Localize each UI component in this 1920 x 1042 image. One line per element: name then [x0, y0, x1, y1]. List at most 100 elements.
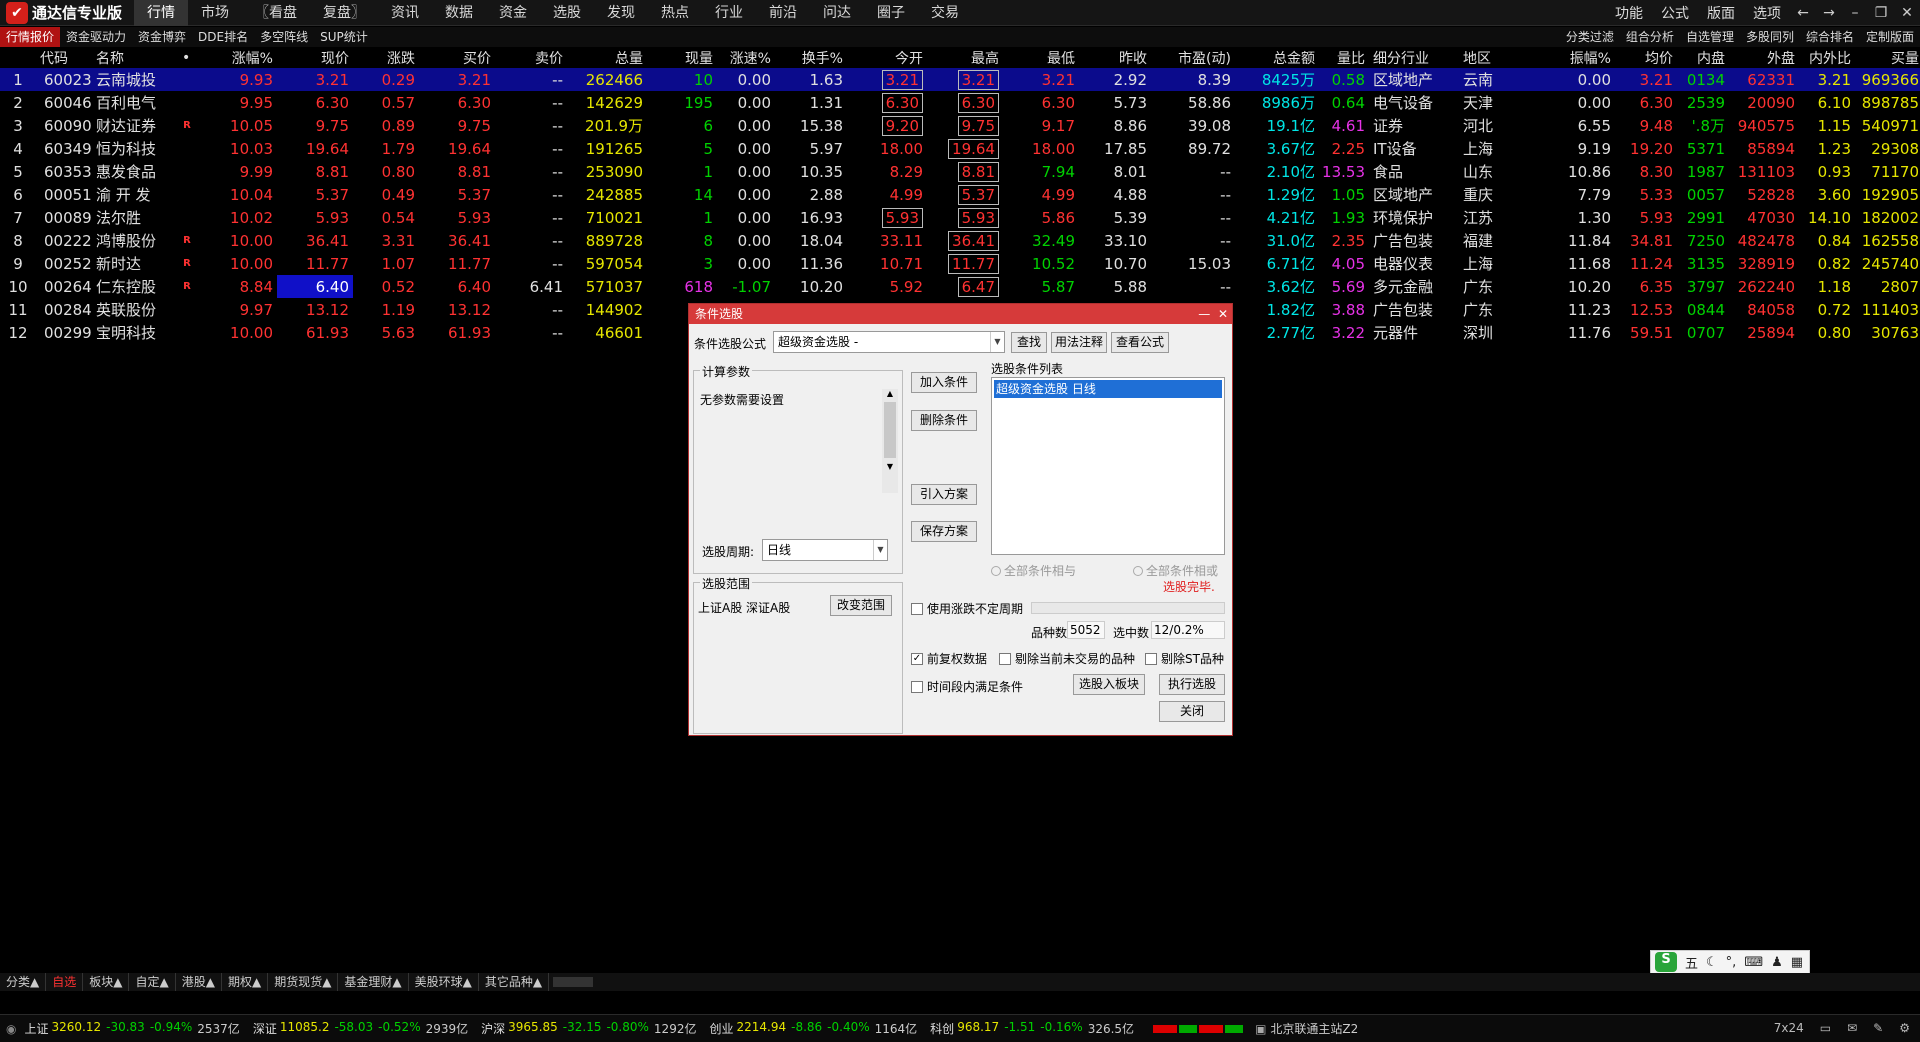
table-row[interactable]: 10002647仁东控股R8.846.400.526.406.415710376… [0, 275, 1920, 298]
index-name[interactable]: 科创 [930, 1020, 954, 1037]
keyboard-icon[interactable]: ⌨ [1744, 955, 1763, 970]
chat-icon[interactable]: ✉ [1847, 1021, 1857, 1035]
column-header-volratio[interactable]: 量比 [1319, 47, 1369, 68]
table-row[interactable]: 9 002527新时达 R 10.00 11.77 1.07 11.77 -- 597054 3 0… [0, 252, 1920, 275]
menu-news[interactable]: 资讯 [378, 0, 432, 26]
table-row[interactable]: 1600239云南城投9.933.210.293.21--262466100.0… [0, 68, 1920, 91]
tab-long-short[interactable]: 多空阵线 [254, 27, 314, 47]
table-row[interactable]: 4 603496恒为科技 10.03 19.64 1.79 19.64 -- 191265 5 0… [0, 137, 1920, 160]
scroll-thumb[interactable] [884, 402, 896, 458]
menu-formula[interactable]: 公式 [1652, 3, 1698, 23]
ime-toolbar[interactable]: S 五 ☾ °, ⌨ ♟ ▦ [1650, 950, 1810, 974]
menu-stock-pick[interactable]: 选股 [540, 0, 594, 26]
params-scrollbar[interactable]: ▲ ▼ [882, 389, 898, 493]
add-condition-button[interactable]: 加入条件 [911, 372, 977, 393]
save-plan-button[interactable]: 保存方案 [911, 521, 977, 542]
menu-industry[interactable]: 行业 [702, 0, 756, 26]
multi-stock-button[interactable]: 多股同列 [1740, 27, 1800, 47]
menu-layout[interactable]: 版面 [1698, 3, 1744, 23]
chk-uncertain-period[interactable]: 使用涨跌不定周期 [911, 600, 1023, 617]
execute-button[interactable]: 执行选股 [1159, 674, 1225, 695]
sort-arrow-icon[interactable] [0, 47, 36, 68]
menu-watch[interactable]: 〖看盘 [242, 0, 310, 26]
scroll-down-icon[interactable]: ▼ [882, 462, 898, 471]
usage-note-button[interactable]: 用法注释 [1051, 332, 1107, 353]
back-arrow-icon[interactable]: ← [1790, 5, 1816, 21]
column-header-mark[interactable]: • [182, 47, 192, 68]
menu-frontier[interactable]: 前沿 [756, 0, 810, 26]
chk-remove-st[interactable]: 剔除ST品种 [1145, 650, 1224, 667]
menu-trade[interactable]: 交易 [918, 0, 972, 26]
chk-remove-untraded[interactable]: 剔除当前未交易的品种 [999, 650, 1135, 667]
user-icon[interactable]: ♟ [1771, 955, 1783, 970]
sheet-tab-category[interactable]: 分类▲ [0, 973, 47, 991]
column-header-low[interactable]: 最低 [1003, 47, 1079, 68]
table-row[interactable]: 2 600468百利电气 9.95 6.30 0.57 6.30 -- 142629 195 0.… [0, 91, 1920, 114]
column-header-code[interactable]: 代码 [36, 47, 92, 68]
menu-options[interactable]: 选项 [1744, 3, 1790, 23]
menu-quote[interactable]: 行情 [134, 0, 189, 26]
condition-list[interactable]: 超级资金选股 日线 [991, 377, 1225, 555]
index-name[interactable]: 深证 [253, 1020, 277, 1037]
menu-discover[interactable]: 发现 [594, 0, 648, 26]
radio-all-or[interactable]: 全部条件相或 [1133, 562, 1218, 579]
condition-list-item[interactable]: 超级资金选股 日线 [994, 380, 1222, 398]
menu-data[interactable]: 数据 [432, 0, 486, 26]
menu-circle[interactable]: 圈子 [864, 0, 918, 26]
column-header-speed[interactable]: 涨速% [717, 47, 775, 68]
tab-dde-rank[interactable]: DDE排名 [192, 27, 254, 47]
horizontal-scrollbar[interactable] [553, 977, 594, 987]
moon-icon[interactable]: ☾ [1706, 955, 1718, 970]
dialog-minimize-icon[interactable]: — [1198, 307, 1210, 321]
minimize-icon[interactable]: – [1842, 5, 1868, 21]
column-header-open[interactable]: 今开 [847, 47, 927, 68]
forward-arrow-icon[interactable]: → [1816, 5, 1842, 21]
custom-layout-button[interactable]: 定制版面 [1860, 27, 1920, 47]
column-header-prev[interactable]: 昨收 [1079, 47, 1151, 68]
sheet-tab-block[interactable]: 板块▲ [83, 973, 130, 991]
column-header-price[interactable]: 现价 [277, 47, 353, 68]
menu-market[interactable]: 市场 [188, 0, 242, 26]
chk-prior-adjust[interactable]: ✓ 前复权数据 [911, 650, 987, 667]
dialog-close-icon[interactable]: ✕ [1218, 307, 1228, 321]
tab-quote-list[interactable]: 行情报价 [0, 27, 61, 47]
mode-label[interactable]: 7x24 [1774, 1021, 1804, 1035]
period-select[interactable]: 日线 ▼ [762, 539, 888, 561]
column-header-ratio[interactable]: 内外比 [1799, 47, 1855, 68]
table-row[interactable]: 8 002229鸿博股份 R 10.00 36.41 3.31 36.41 -- 889728 8… [0, 229, 1920, 252]
sheet-tab-custom[interactable]: 自定▲ [129, 973, 176, 991]
column-header-curvol[interactable]: 现量 [647, 47, 717, 68]
column-header-outer[interactable]: 外盘 [1729, 47, 1799, 68]
column-header-bid[interactable]: 买价 [419, 47, 495, 68]
table-row[interactable]: 5 603530惠发食品 9.99 8.81 0.80 8.81 -- 253090 1 0.00… [0, 160, 1920, 183]
table-row[interactable]: 7 000890法尔胜 10.02 5.93 0.54 5.93 -- 710021 1 0.00… [0, 206, 1920, 229]
combo-analysis-button[interactable]: 组合分析 [1620, 27, 1680, 47]
delete-condition-button[interactable]: 删除条件 [911, 410, 977, 431]
view-formula-button[interactable]: 查看公式 [1111, 332, 1169, 353]
menu-ask[interactable]: 问达 [810, 0, 864, 26]
tab-fund-game[interactable]: 资金博弈 [132, 27, 192, 47]
status-expand-icon[interactable]: ◉ [6, 1022, 16, 1036]
menu-function[interactable]: 功能 [1606, 3, 1652, 23]
close-button[interactable]: 关闭 [1159, 701, 1225, 722]
overall-rank-button[interactable]: 综合排名 [1800, 27, 1860, 47]
chk-timespan[interactable]: 时间段内满足条件 [911, 678, 1023, 695]
sheet-tab-futures[interactable]: 期货现货▲ [268, 973, 339, 991]
column-header-avg[interactable]: 均价 [1615, 47, 1677, 68]
sheet-tab-us[interactable]: 美股环球▲ [409, 973, 479, 991]
tab-sup-stats[interactable]: SUP统计 [314, 27, 374, 47]
close-icon[interactable]: ✕ [1894, 5, 1920, 21]
sheet-tab-funds[interactable]: 基金理财▲ [338, 973, 409, 991]
change-range-button[interactable]: 改变范围 [830, 595, 892, 616]
restore-icon[interactable]: ❐ [1868, 5, 1894, 21]
server-name[interactable]: 北京联通主站Z2 [1270, 1020, 1358, 1037]
to-block-button[interactable]: 选股入板块 [1073, 674, 1145, 695]
sheet-tab-hk[interactable]: 港股▲ [176, 973, 222, 991]
tool-icon[interactable]: ✎ [1873, 1021, 1883, 1035]
import-plan-button[interactable]: 引入方案 [911, 484, 977, 505]
column-header-chg[interactable]: 涨跌 [353, 47, 419, 68]
calculator-icon[interactable]: ▭ [1820, 1021, 1831, 1035]
column-header-industry[interactable]: 细分行业 [1369, 47, 1459, 68]
table-row[interactable]: 3 600906财达证券 R 10.05 9.75 0.89 9.75 -- 201.9万 6 0.… [0, 114, 1920, 137]
radio-all-and[interactable]: 全部条件相与 [991, 562, 1076, 579]
